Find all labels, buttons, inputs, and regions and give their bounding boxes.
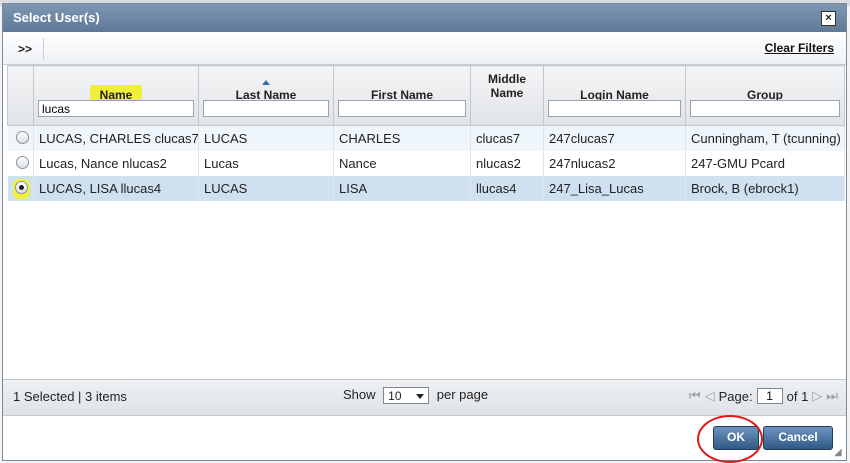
column-label-first-name: First Name — [370, 88, 434, 102]
filter-input-first-name[interactable] — [338, 100, 466, 117]
expand-filters-button[interactable]: >> — [7, 38, 44, 60]
page-size-control: Show 10 per page — [343, 387, 489, 405]
cell-group: 247-GMU Pcard — [685, 151, 845, 176]
column-header-name[interactable]: Name — [33, 65, 199, 126]
grid-footer: 1 Selected | 3 items Show 10 per page ⏮ … — [3, 379, 846, 416]
cell-last-name: Lucas — [198, 151, 334, 176]
column-header-group[interactable]: Group — [685, 65, 845, 126]
page-number-input[interactable] — [756, 388, 783, 404]
page-size-select[interactable]: 10 — [383, 387, 430, 405]
table-row[interactable]: LUCAS, CHARLES clucas7 LUCAS CHARLES clu… — [7, 125, 845, 151]
cell-first-name: CHARLES — [333, 125, 471, 151]
page-of-label: of 1 — [786, 388, 809, 404]
last-page-icon[interactable]: ⏭ — [826, 388, 838, 404]
chevron-down-icon — [416, 394, 425, 400]
cell-middle-name: clucas7 — [470, 125, 544, 151]
dialog-toolbar: >> Clear Filters — [3, 32, 846, 65]
show-label: Show — [343, 387, 376, 402]
cell-last-name: LUCAS — [198, 176, 334, 201]
sort-ascending-icon — [262, 80, 270, 85]
cell-group: Brock, B (ebrock1) — [685, 176, 845, 201]
per-page-label: per page — [436, 387, 489, 402]
ok-button[interactable]: OK — [713, 426, 759, 450]
select-users-dialog: Select User(s) × >> Clear Filters Name L… — [2, 3, 847, 463]
row-select-radio[interactable] — [15, 130, 29, 144]
table-row-selected[interactable]: LUCAS, LISA llucas4 LUCAS LISA llucas4 2… — [7, 176, 845, 201]
selection-summary: 1 Selected | 3 items — [13, 389, 127, 404]
cell-name: LUCAS, CHARLES clucas7 — [33, 125, 199, 151]
select-column-header — [7, 65, 34, 126]
cell-first-name: Nance — [333, 151, 471, 176]
cell-login-name: 247_Lisa_Lucas — [543, 176, 686, 201]
page-label: Page: — [718, 388, 753, 404]
prev-page-icon[interactable]: ◁ — [705, 388, 715, 404]
resize-grip-icon[interactable]: ◢ — [834, 448, 844, 458]
table-row[interactable]: Lucas, Nance nlucas2 Lucas Nance nlucas2… — [7, 151, 845, 176]
cell-group: Cunningham, T (tcunning) — [685, 125, 845, 151]
filter-input-login-name[interactable] — [548, 100, 681, 117]
filter-input-name[interactable] — [38, 100, 194, 117]
cell-middle-name: llucas4 — [470, 176, 544, 201]
column-label-middle-name: Middle Name — [488, 72, 526, 100]
column-header-last-name[interactable]: Last Name — [198, 65, 334, 126]
cell-login-name: 247nlucas2 — [543, 151, 686, 176]
cell-last-name: LUCAS — [198, 125, 334, 151]
column-label-login-name: Login Name — [580, 88, 649, 102]
column-label-group: Group — [747, 88, 783, 102]
pagination: ⏮ ◁ Page: of 1 ▷ ⏭ — [689, 388, 838, 404]
next-page-icon[interactable]: ▷ — [812, 388, 822, 404]
grid-header-row: Name Last Name First Name Middle Name Lo… — [7, 65, 845, 126]
row-select-radio[interactable] — [14, 180, 28, 194]
cell-name: Lucas, Nance nlucas2 — [33, 151, 199, 176]
first-page-icon[interactable]: ⏮ — [689, 388, 701, 404]
column-header-login-name[interactable]: Login Name — [543, 65, 686, 126]
users-grid: Name Last Name First Name Middle Name Lo… — [7, 65, 845, 201]
page-size-value: 10 — [388, 389, 402, 404]
cell-middle-name: nlucas2 — [470, 151, 544, 176]
filter-input-last-name[interactable] — [203, 100, 329, 117]
dialog-titlebar: Select User(s) × — [3, 4, 846, 32]
cell-name: LUCAS, LISA llucas4 — [33, 176, 199, 201]
column-header-middle-name[interactable]: Middle Name — [470, 65, 544, 126]
filter-input-group[interactable] — [690, 100, 840, 117]
close-button[interactable]: × — [821, 11, 836, 26]
radio-highlight — [12, 178, 30, 199]
dialog-title: Select User(s) — [13, 10, 100, 25]
column-header-first-name[interactable]: First Name — [333, 65, 471, 126]
cell-first-name: LISA — [333, 176, 471, 201]
cancel-button[interactable]: Cancel — [763, 426, 833, 450]
row-select-radio[interactable] — [15, 155, 29, 169]
clear-filters-link[interactable]: Clear Filters — [765, 41, 834, 55]
column-label-last-name: Last Name — [235, 88, 297, 102]
cell-login-name: 247clucas7 — [543, 125, 686, 151]
